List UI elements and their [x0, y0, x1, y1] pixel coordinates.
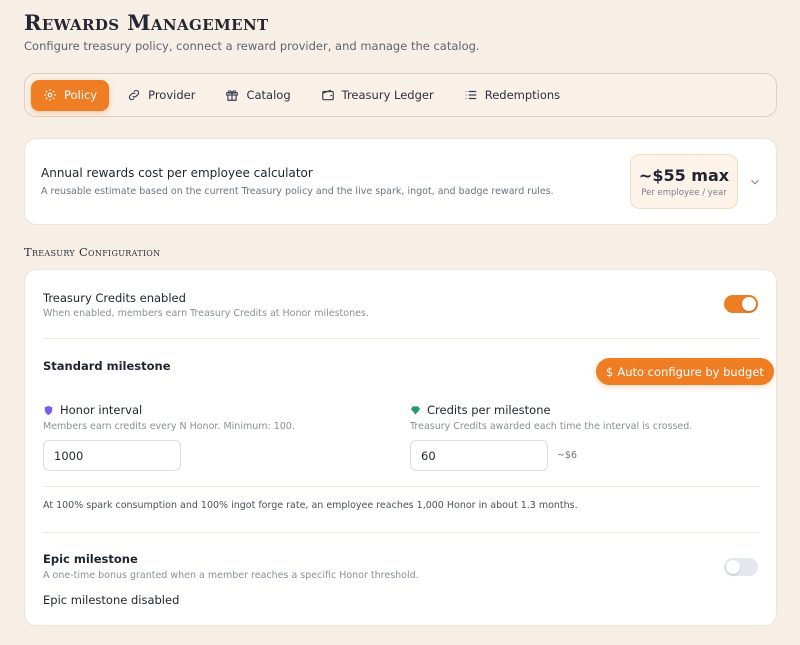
honor-interval-input[interactable] — [43, 440, 181, 471]
wallet-icon — [321, 89, 334, 101]
cost-calculator-card[interactable]: Annual rewards cost per employee calcula… — [24, 138, 777, 225]
cost-label: Per employee / year — [641, 188, 727, 198]
page-title: Rewards Management — [24, 10, 269, 35]
link-icon — [128, 89, 140, 101]
list-icon — [465, 90, 476, 100]
gear-icon — [44, 89, 56, 101]
honor-interval-label: Honor interval — [43, 403, 142, 417]
cost-summary: ~$55 max Per employee / year — [630, 154, 738, 209]
shield-icon — [44, 405, 53, 415]
auto-configure-label: Auto configure by budget — [617, 364, 764, 379]
epic-milestone-title: Epic milestone — [43, 552, 138, 566]
tab-label: Catalog — [246, 88, 291, 102]
tab-redemptions[interactable]: Redemptions — [452, 80, 572, 111]
tab-label: Policy — [64, 88, 98, 102]
calculator-description: A reusable estimate based on the current… — [41, 186, 554, 197]
epic-milestone-status: Epic milestone disabled — [43, 593, 180, 607]
credits-enabled-toggle[interactable] — [724, 295, 758, 313]
cost-value: ~$55 max — [638, 166, 730, 185]
auto-configure-button[interactable]: $ Auto configure by budget — [596, 358, 774, 385]
dollar-icon: $ — [606, 364, 614, 379]
tab-treasury-ledger[interactable]: Treasury Ledger — [309, 80, 446, 111]
tab-provider[interactable]: Provider — [115, 80, 207, 111]
standard-milestone-title: Standard milestone — [43, 359, 171, 373]
credits-per-milestone-text: Credits per milestone — [427, 403, 551, 417]
divider — [43, 338, 760, 339]
tab-policy[interactable]: Policy — [31, 79, 110, 111]
credits-per-milestone-label: Credits per milestone — [410, 403, 551, 417]
gem-icon — [410, 405, 421, 415]
honor-projection-note: At 100% spark consumption and 100% ingot… — [43, 500, 578, 511]
page-subtitle: Configure treasury policy, connect a rew… — [24, 39, 480, 53]
toggle-knob — [742, 297, 756, 311]
gift-icon — [226, 90, 239, 101]
honor-interval-hint: Members earn credits every N Honor. Mini… — [43, 421, 295, 432]
calculator-title: Annual rewards cost per employee calcula… — [41, 166, 313, 180]
credits-per-milestone-input[interactable] — [410, 440, 548, 471]
credits-approx-value: ~$6 — [557, 450, 578, 461]
tab-label: Provider — [148, 88, 196, 102]
tab-catalog[interactable]: Catalog — [213, 80, 302, 111]
credits-per-milestone-hint: Treasury Credits awarded each time the i… — [410, 421, 693, 432]
chevron-down-icon[interactable] — [748, 175, 762, 189]
tab-label: Redemptions — [484, 88, 561, 102]
toggle-knob — [726, 560, 740, 574]
honor-interval-text: Honor interval — [60, 403, 143, 417]
divider — [43, 486, 760, 487]
credits-enabled-hint: When enabled, members earn Treasury Cred… — [43, 308, 369, 319]
divider — [43, 532, 760, 533]
credits-enabled-label: Treasury Credits enabled — [43, 291, 186, 305]
epic-milestone-toggle[interactable] — [724, 558, 758, 576]
section-heading: Treasury Configuration — [24, 245, 161, 259]
tab-bar: Policy Provider Catalog Treasury Ledger … — [24, 73, 777, 117]
epic-milestone-hint: A one-time bonus granted when a member r… — [43, 570, 419, 581]
tab-label: Treasury Ledger — [341, 88, 434, 102]
treasury-config-card: Treasury Credits enabled When enabled, m… — [24, 269, 777, 626]
